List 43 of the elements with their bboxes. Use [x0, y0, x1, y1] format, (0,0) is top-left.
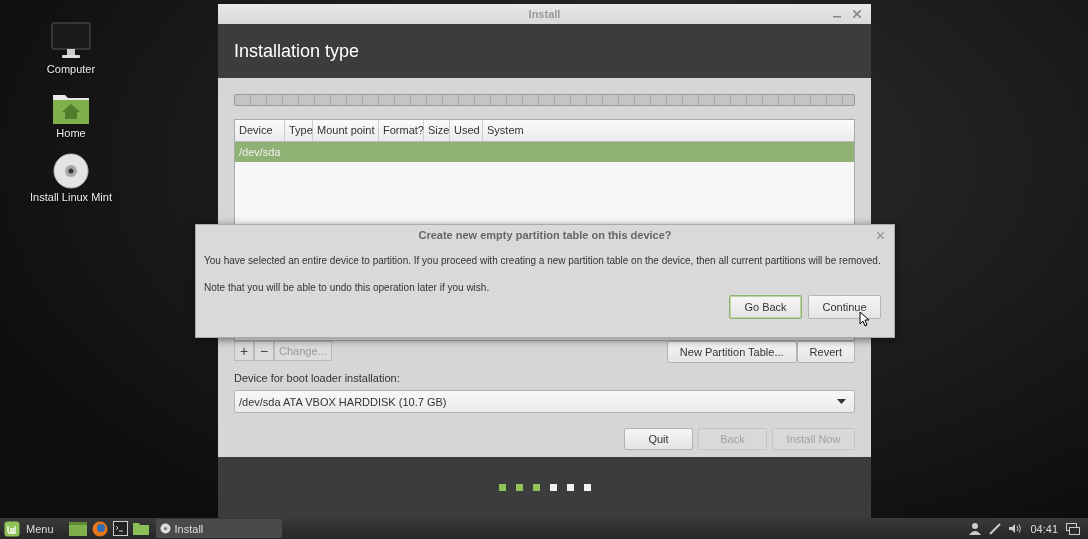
revert-button[interactable]: Revert: [796, 341, 855, 363]
dialog-message: You have selected an entire device to partition. If you proceed with creating a new partition table on the device, then all current partitions will be removed.: [204, 254, 882, 267]
column-header[interactable]: Mount point: [313, 120, 379, 141]
monitor-icon[interactable]: [51, 21, 91, 61]
user-icon[interactable]: [969, 522, 982, 535]
window-title: Install: [528, 8, 561, 20]
desktop-icon-label[interactable]: Computer: [46, 63, 96, 75]
column-header[interactable]: System: [483, 120, 528, 141]
mint-logo-icon: [4, 520, 20, 537]
column-header[interactable]: Size: [424, 120, 450, 141]
windows-icon[interactable]: [1066, 522, 1080, 535]
new-partition-table-button[interactable]: New Partition Table...: [666, 341, 797, 363]
clock[interactable]: 04:41: [1030, 522, 1058, 535]
cursor-icon: [859, 311, 870, 327]
dialog-button[interactable]: Go Back: [729, 295, 802, 319]
desktop-icon-label[interactable]: Home: [56, 127, 86, 139]
add-button[interactable]: +: [234, 341, 254, 361]
dialog-note: Note that you will be able to undo this operation later if you wish.: [204, 281, 491, 294]
column-header[interactable]: Used: [450, 120, 483, 141]
dropdown-caret-icon: [837, 399, 846, 404]
column-header[interactable]: Format?: [379, 120, 424, 141]
taskbar-window-button[interactable]: Install: [155, 519, 282, 538]
terminal-icon[interactable]: [112, 521, 128, 536]
pen-icon[interactable]: [989, 522, 1002, 535]
volume-icon[interactable]: [1009, 523, 1023, 534]
boot-loader-label: Device for boot loader installation:: [234, 372, 401, 384]
desktop-icon[interactable]: [68, 521, 87, 536]
action-button[interactable]: Quit: [624, 428, 693, 450]
disc-icon: [159, 523, 171, 534]
boot-loader-dropdown[interactable]: /dev/sda ATA VBOX HARDDISK (10.7 GB): [234, 390, 855, 413]
menu-button[interactable]: Menu: [4, 520, 64, 537]
table-cell: /dev/sda: [239, 146, 281, 158]
remove-button[interactable]: −: [254, 341, 274, 361]
close-icon[interactable]: [853, 10, 861, 18]
desktop-icon-label[interactable]: Install Linux Mint: [30, 191, 112, 203]
disc-icon[interactable]: [53, 153, 89, 189]
browser-icon[interactable]: [91, 520, 108, 537]
dialog-button[interactable]: Continue: [808, 295, 881, 319]
dialog-title: Create new empty partition table on this device?: [418, 229, 672, 243]
folder-icon[interactable]: [132, 522, 149, 535]
column-header[interactable]: Device: [235, 120, 285, 141]
page-heading: Installation type: [234, 40, 360, 62]
column-header[interactable]: Type: [285, 120, 313, 141]
